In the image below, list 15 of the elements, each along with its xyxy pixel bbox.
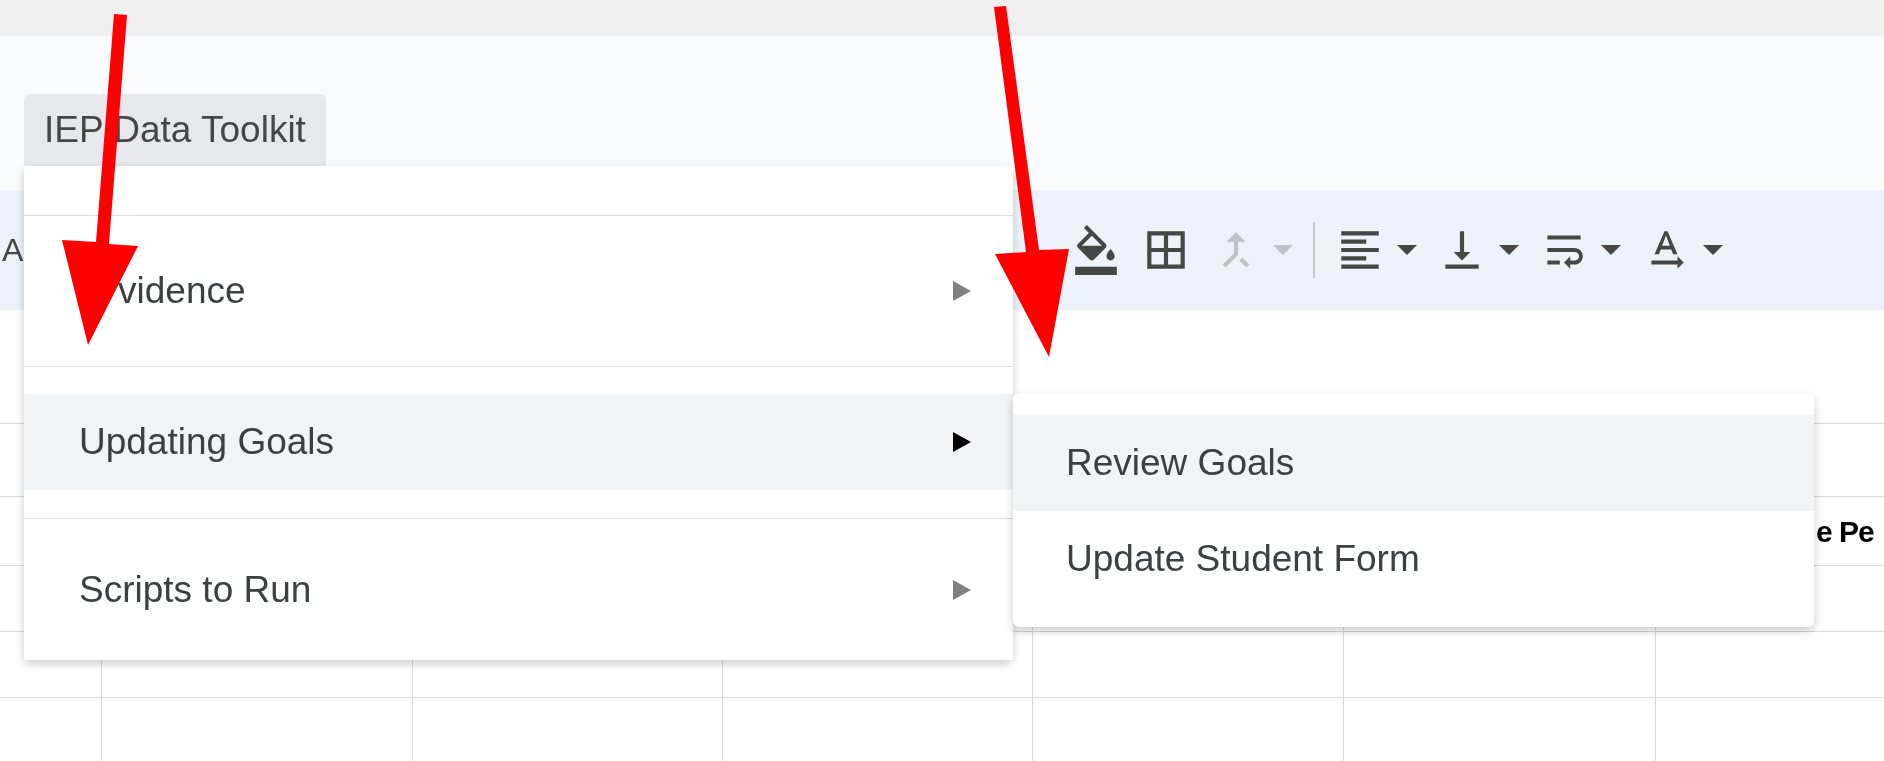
menu-item[interactable]: Scripts to Run: [24, 519, 1013, 660]
submenu-arrow-icon: [953, 579, 971, 600]
submenu-arrow-icon: [953, 432, 971, 452]
dropdown-caret-icon: [1601, 245, 1622, 255]
font-name[interactable]: A: [2, 226, 24, 274]
dropdown-caret-icon: [1499, 245, 1520, 255]
menu-item[interactable]: Updating Goals: [24, 394, 1013, 490]
table-cell-text: e Pe: [1816, 513, 1874, 550]
dropdown-caret-icon: [1397, 245, 1418, 255]
dropdown-caret-icon: [1703, 245, 1724, 255]
menu-item[interactable]: vidence: [24, 216, 1013, 366]
dropdown-caret-icon: [1273, 245, 1294, 255]
submenu-item[interactable]: Update Student Form: [1013, 511, 1814, 607]
submenu-item[interactable]: Review Goals: [1013, 415, 1814, 511]
submenu-arrow-icon: [953, 281, 971, 301]
